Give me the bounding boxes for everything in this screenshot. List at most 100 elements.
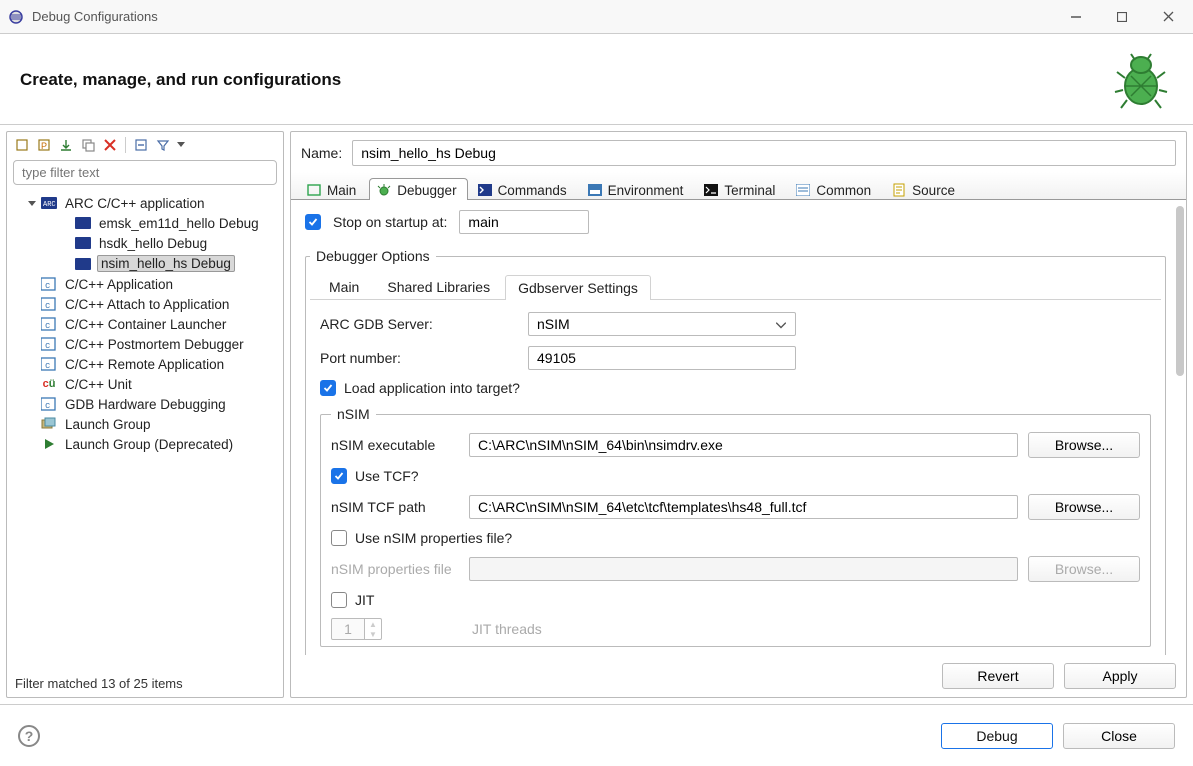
tab-label: Environment bbox=[608, 183, 684, 198]
tree-item-cpp-remote[interactable]: c C/C++ Remote Application bbox=[7, 354, 283, 374]
tree-item-launch-group[interactable]: Launch Group bbox=[7, 414, 283, 434]
tree-expand-icon[interactable] bbox=[25, 196, 39, 210]
use-props-checkbox[interactable] bbox=[331, 530, 347, 546]
tab-environment[interactable]: Environment bbox=[580, 178, 695, 200]
tree-label: C/C++ Remote Application bbox=[63, 357, 226, 372]
tcf-path-browse-button[interactable]: Browse... bbox=[1028, 494, 1140, 520]
tab-label: Terminal bbox=[724, 183, 775, 198]
export-config-icon[interactable] bbox=[57, 136, 75, 154]
filter-input[interactable] bbox=[13, 160, 277, 185]
tcf-path-input[interactable] bbox=[469, 495, 1018, 519]
tree-item-launch-group-deprecated[interactable]: Launch Group (Deprecated) bbox=[7, 434, 283, 454]
tab-debugger[interactable]: Debugger bbox=[369, 178, 467, 200]
tree-label: ARC C/C++ application bbox=[63, 196, 207, 211]
tab-commands[interactable]: Commands bbox=[470, 178, 578, 200]
nsim-exec-input[interactable] bbox=[469, 433, 1018, 457]
props-file-browse-button: Browse... bbox=[1028, 556, 1140, 582]
config-icon bbox=[75, 256, 91, 272]
filter-menu-icon[interactable] bbox=[176, 136, 186, 154]
debugger-options-legend: Debugger Options bbox=[310, 248, 436, 264]
port-number-input[interactable] bbox=[528, 346, 796, 370]
stop-on-startup-checkbox[interactable] bbox=[305, 214, 321, 230]
use-props-label: Use nSIM properties file? bbox=[355, 530, 512, 546]
tab-label: Common bbox=[816, 183, 871, 198]
svg-text:c: c bbox=[45, 401, 50, 411]
tree-item-nsim-selected[interactable]: nsim_hello_hs Debug bbox=[7, 253, 283, 274]
window-maximize-button[interactable] bbox=[1099, 1, 1145, 33]
tab-label: Commands bbox=[498, 183, 567, 198]
tree-item-cpp-unit[interactable]: cü C/C++ Unit bbox=[7, 374, 283, 394]
jit-label: JIT bbox=[355, 592, 374, 608]
stop-on-startup-input[interactable] bbox=[459, 210, 589, 234]
tree-item-emsk[interactable]: emsk_em11d_hello Debug bbox=[7, 213, 283, 233]
options-subtabbar: Main Shared Libraries Gdbserver Settings bbox=[310, 270, 1161, 300]
tree-label: C/C++ Unit bbox=[63, 377, 134, 392]
subtab-shared-libs[interactable]: Shared Libraries bbox=[374, 274, 503, 299]
use-tcf-checkbox[interactable] bbox=[331, 468, 347, 484]
eclipse-icon bbox=[8, 9, 24, 25]
tree-label: C/C++ Application bbox=[63, 277, 175, 292]
sidebar-toolbar: P bbox=[7, 132, 283, 158]
tree-label: nsim_hello_hs Debug bbox=[97, 255, 235, 272]
spinner-down-icon: ▼ bbox=[365, 629, 381, 639]
tab-common[interactable]: Common bbox=[788, 178, 882, 200]
close-button[interactable]: Close bbox=[1063, 723, 1175, 749]
duplicate-config-icon[interactable] bbox=[79, 136, 97, 154]
nsim-exec-browse-button[interactable]: Browse... bbox=[1028, 432, 1140, 458]
debug-button[interactable]: Debug bbox=[941, 723, 1053, 749]
config-tree: ARC ARC C/C++ application emsk_em11d_hel… bbox=[7, 191, 283, 670]
window-minimize-button[interactable] bbox=[1053, 1, 1099, 33]
filter-icon[interactable] bbox=[154, 136, 172, 154]
svg-text:c: c bbox=[45, 321, 50, 331]
c-box-icon: c bbox=[41, 296, 57, 312]
config-icon bbox=[75, 215, 91, 231]
apply-button[interactable]: Apply bbox=[1064, 663, 1176, 689]
jit-threads-value bbox=[332, 619, 364, 639]
new-config-icon[interactable] bbox=[13, 136, 31, 154]
terminal-tab-icon bbox=[703, 182, 719, 198]
help-icon[interactable]: ? bbox=[18, 725, 40, 747]
props-file-label: nSIM properties file bbox=[331, 561, 459, 577]
new-prototype-icon[interactable]: P bbox=[35, 136, 53, 154]
arc-gdb-server-value[interactable] bbox=[528, 312, 796, 336]
tree-item-arc-cpp-app[interactable]: ARC ARC C/C++ application bbox=[7, 193, 283, 213]
debugger-tab-icon bbox=[376, 182, 392, 198]
name-input[interactable] bbox=[352, 140, 1176, 166]
debug-bug-icon bbox=[1109, 48, 1173, 112]
tab-main[interactable]: Main bbox=[299, 178, 367, 200]
subtab-main[interactable]: Main bbox=[316, 274, 372, 299]
delete-config-icon[interactable] bbox=[101, 136, 119, 154]
window-close-button[interactable] bbox=[1145, 1, 1191, 33]
tab-terminal[interactable]: Terminal bbox=[696, 178, 786, 200]
filter-status-text: Filter matched 13 of 25 items bbox=[7, 670, 283, 697]
revert-button[interactable]: Revert bbox=[942, 663, 1054, 689]
tree-item-cpp-attach[interactable]: c C/C++ Attach to Application bbox=[7, 294, 283, 314]
use-tcf-label: Use TCF? bbox=[355, 468, 419, 484]
tab-label: Debugger bbox=[397, 183, 456, 198]
nsim-exec-label: nSIM executable bbox=[331, 437, 459, 453]
config-detail-panel: Name: Main Debugger Commands bbox=[290, 131, 1187, 698]
tab-source[interactable]: Source bbox=[884, 178, 966, 200]
tree-label: C/C++ Container Launcher bbox=[63, 317, 228, 332]
svg-text:c: c bbox=[45, 281, 50, 291]
arc-gdb-server-select[interactable] bbox=[528, 312, 796, 336]
tree-item-cpp-container[interactable]: c C/C++ Container Launcher bbox=[7, 314, 283, 334]
tree-item-gdb-hw[interactable]: c GDB Hardware Debugging bbox=[7, 394, 283, 414]
tree-item-cpp-postmortem[interactable]: c C/C++ Postmortem Debugger bbox=[7, 334, 283, 354]
tab-label: Source bbox=[912, 183, 955, 198]
svg-text:P: P bbox=[41, 141, 47, 151]
subtab-gdbserver[interactable]: Gdbserver Settings bbox=[505, 275, 651, 300]
load-app-checkbox[interactable] bbox=[320, 380, 336, 396]
spinner-up-icon: ▲ bbox=[365, 619, 381, 629]
config-sidebar: P bbox=[6, 131, 284, 698]
scrollbar[interactable] bbox=[1176, 206, 1184, 376]
load-app-label: Load application into target? bbox=[344, 380, 520, 396]
tree-item-hsdk[interactable]: hsdk_hello Debug bbox=[7, 233, 283, 253]
tree-label: emsk_em11d_hello Debug bbox=[97, 216, 261, 231]
environment-tab-icon bbox=[587, 182, 603, 198]
jit-checkbox[interactable] bbox=[331, 592, 347, 608]
arc-gdb-server-label: ARC GDB Server: bbox=[320, 316, 520, 332]
collapse-all-icon[interactable] bbox=[132, 136, 150, 154]
tree-item-cpp-app[interactable]: c C/C++ Application bbox=[7, 274, 283, 294]
tree-label: Launch Group (Deprecated) bbox=[63, 437, 235, 452]
